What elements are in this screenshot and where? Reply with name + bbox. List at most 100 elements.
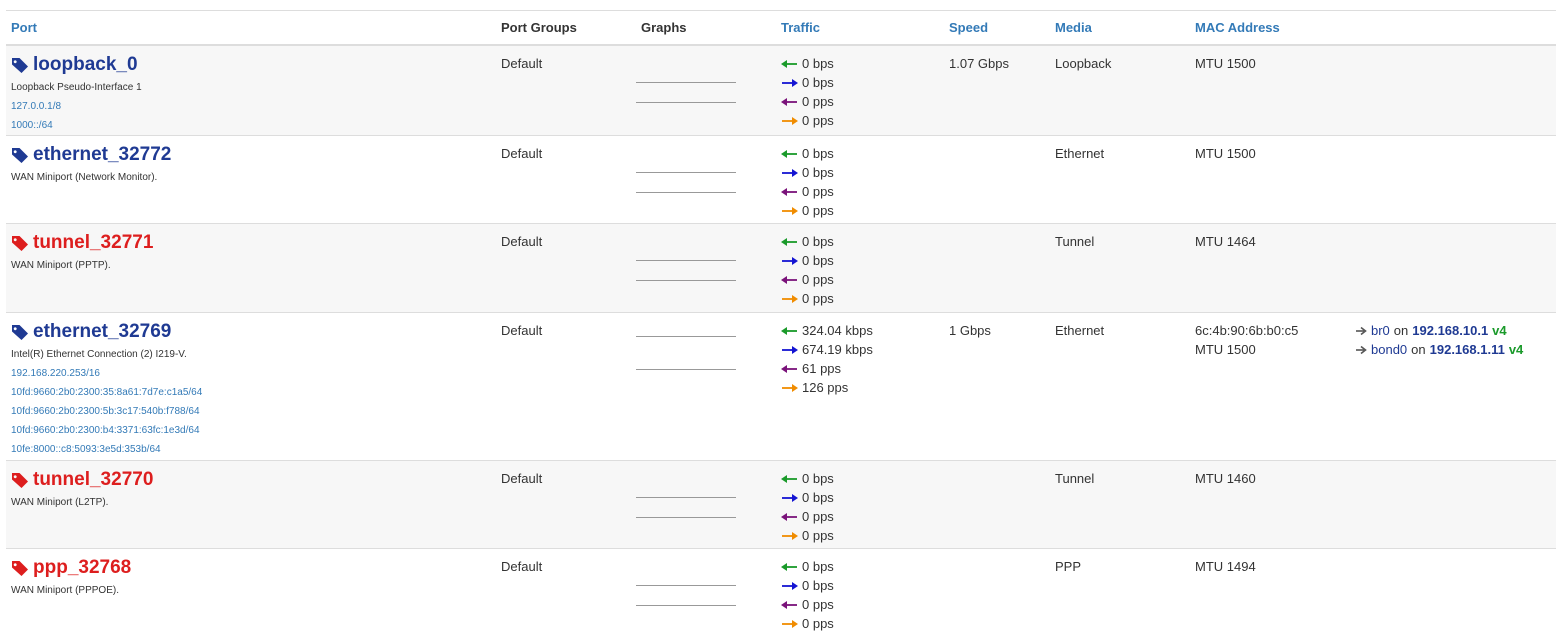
traffic-out-bps: 0 bps	[802, 578, 834, 593]
in-bps-arrow-icon	[781, 237, 797, 246]
traffic-out-pps: 0 pps	[802, 291, 834, 306]
port-address-link[interactable]: 127.0.0.1/8	[11, 97, 496, 116]
neighbor-ip-link[interactable]: 192.168.1.11	[1430, 340, 1505, 359]
bits-graph[interactable]	[636, 585, 736, 586]
traffic-out-bps-line: 0 bps	[781, 576, 944, 595]
neighbor-interface-link[interactable]: bond0	[1371, 340, 1407, 359]
column-header-traffic[interactable]: Traffic	[776, 10, 944, 46]
traffic-in-bps-line: 0 bps	[781, 54, 944, 73]
bits-graph[interactable]	[636, 336, 736, 337]
traffic-out-pps: 0 pps	[802, 203, 834, 218]
packets-graph[interactable]	[636, 280, 736, 281]
out-bps-arrow-icon	[782, 168, 798, 177]
traffic-out-bps-line: 0 bps	[781, 163, 944, 182]
bits-graph[interactable]	[636, 497, 736, 498]
ports-table: Port Port Groups Graphs Traffic Speed Me…	[6, 10, 1556, 637]
media-cell: Ethernet	[1050, 135, 1190, 224]
traffic-out-pps-line: 126 pps	[781, 378, 944, 397]
neighbor-on-text: on	[1393, 323, 1409, 338]
port-name-link[interactable]: ethernet_32772	[11, 144, 496, 166]
packets-graph[interactable]	[636, 192, 736, 193]
tag-icon	[12, 325, 28, 340]
out-pps-arrow-icon	[782, 619, 798, 628]
traffic-cell: 0 bps 0 bps 0 pps 0 pps	[776, 548, 944, 637]
bits-graph[interactable]	[636, 172, 736, 173]
speed-cell	[944, 223, 1050, 313]
neighbors-cell	[1350, 223, 1556, 313]
neighbor-on-text: on	[1411, 342, 1426, 357]
port-description: WAN Miniport (PPPOE).	[11, 585, 119, 596]
in-pps-arrow-icon	[781, 187, 797, 196]
traffic-out-pps-line: 0 pps	[781, 201, 944, 220]
neighbor-interface-link[interactable]: br0	[1371, 321, 1390, 340]
packets-graph[interactable]	[636, 517, 736, 518]
column-header-port[interactable]: Port	[6, 10, 496, 46]
traffic-out-bps: 0 bps	[802, 253, 834, 268]
port-speed: 1.07 Gbps	[949, 56, 1009, 71]
traffic-in-bps-line: 0 bps	[781, 144, 944, 163]
traffic-out-pps-line: 0 pps	[781, 526, 944, 545]
graphs-cell[interactable]	[636, 44, 776, 136]
column-header-speed[interactable]: Speed	[944, 10, 1050, 46]
port-name-link[interactable]: tunnel_32770	[11, 469, 496, 491]
arrow-right-icon	[1356, 326, 1367, 335]
bits-graph[interactable]	[636, 260, 736, 261]
traffic-out-pps: 0 pps	[802, 616, 834, 631]
neighbor-ip-link[interactable]: 192.168.10.1	[1412, 321, 1488, 340]
port-address-link[interactable]: 10fd:9660:2b0:2300:35:8a61:7d7e:c1a5/64	[11, 383, 496, 402]
traffic-cell: 324.04 kbps 674.19 kbps 61 pps 126 pps	[776, 312, 944, 461]
neighbor-ip-version: v4	[1492, 323, 1507, 338]
port-group-cell: Default	[496, 460, 636, 549]
port-group: Default	[501, 234, 543, 249]
out-bps-arrow-icon	[782, 345, 798, 354]
port-name-link[interactable]: tunnel_32771	[11, 232, 496, 254]
ports-table-container: Port Port Groups Graphs Traffic Speed Me…	[6, 10, 1556, 637]
mtu-value: MTU 1500	[1195, 56, 1256, 71]
packets-graph[interactable]	[636, 605, 736, 606]
port-media: Tunnel	[1055, 471, 1095, 486]
port-address-list: 192.168.220.253/16 10fd:9660:2b0:2300:35:…	[11, 364, 496, 459]
column-header-extra	[1350, 10, 1556, 46]
mtu-value: MTU 1464	[1195, 234, 1256, 249]
traffic-out-pps-line: 0 pps	[781, 111, 944, 130]
tag-icon	[12, 473, 28, 488]
port-name-link[interactable]: ethernet_32769	[11, 321, 496, 343]
port-name-link[interactable]: loopback_0	[11, 54, 496, 76]
bits-graph[interactable]	[636, 82, 736, 83]
speed-cell: 1.07 Gbps	[944, 44, 1050, 136]
traffic-out-bps-line: 0 bps	[781, 73, 944, 92]
port-address-link[interactable]: 10fd:9660:2b0:2300:b4:3371:63fc:1e3d/64	[11, 421, 496, 440]
traffic-in-bps: 0 bps	[802, 471, 834, 486]
port-address-link[interactable]: 1000::/64	[11, 116, 496, 135]
graphs-cell[interactable]	[636, 460, 776, 549]
traffic-in-bps-line: 0 bps	[781, 469, 944, 488]
port-group-cell: Default	[496, 548, 636, 637]
graphs-cell[interactable]	[636, 135, 776, 224]
traffic-cell: 0 bps 0 bps 0 pps 0 pps	[776, 460, 944, 549]
graphs-cell[interactable]	[636, 223, 776, 313]
out-bps-arrow-icon	[782, 493, 798, 502]
port-address-link[interactable]: 10fd:9660:2b0:2300:5b:3c17:540b:f788/64	[11, 402, 496, 421]
port-speed: 1 Gbps	[949, 323, 991, 338]
table-row: ethernet_32769 Intel(R) Ethernet Connect…	[6, 312, 1556, 461]
neighbors-cell	[1350, 44, 1556, 136]
port-name-link[interactable]: ppp_32768	[11, 557, 496, 579]
neighbor-entry: bond0 on 192.168.1.11 v4	[1355, 340, 1556, 359]
in-pps-arrow-icon	[781, 364, 797, 373]
traffic-out-pps: 0 pps	[802, 113, 834, 128]
column-header-mac-address[interactable]: MAC Address	[1190, 10, 1350, 46]
port-address-link[interactable]: 192.168.220.253/16	[11, 364, 496, 383]
packets-graph[interactable]	[636, 102, 736, 103]
traffic-cell: 0 bps 0 bps 0 pps 0 pps	[776, 135, 944, 224]
packets-graph[interactable]	[636, 369, 736, 370]
out-bps-arrow-icon	[782, 78, 798, 87]
speed-cell: 1 Gbps	[944, 312, 1050, 461]
column-header-media[interactable]: Media	[1050, 10, 1190, 46]
port-address-link[interactable]: 10fe:8000::c8:5093:3e5d:353b/64	[11, 440, 496, 459]
arrow-right-icon	[1356, 345, 1367, 354]
in-bps-arrow-icon	[781, 326, 797, 335]
port-group-cell: Default	[496, 312, 636, 461]
table-row: tunnel_32770 WAN Miniport (L2TP). Defaul…	[6, 460, 1556, 549]
graphs-cell[interactable]	[636, 548, 776, 637]
graphs-cell[interactable]	[636, 312, 776, 461]
